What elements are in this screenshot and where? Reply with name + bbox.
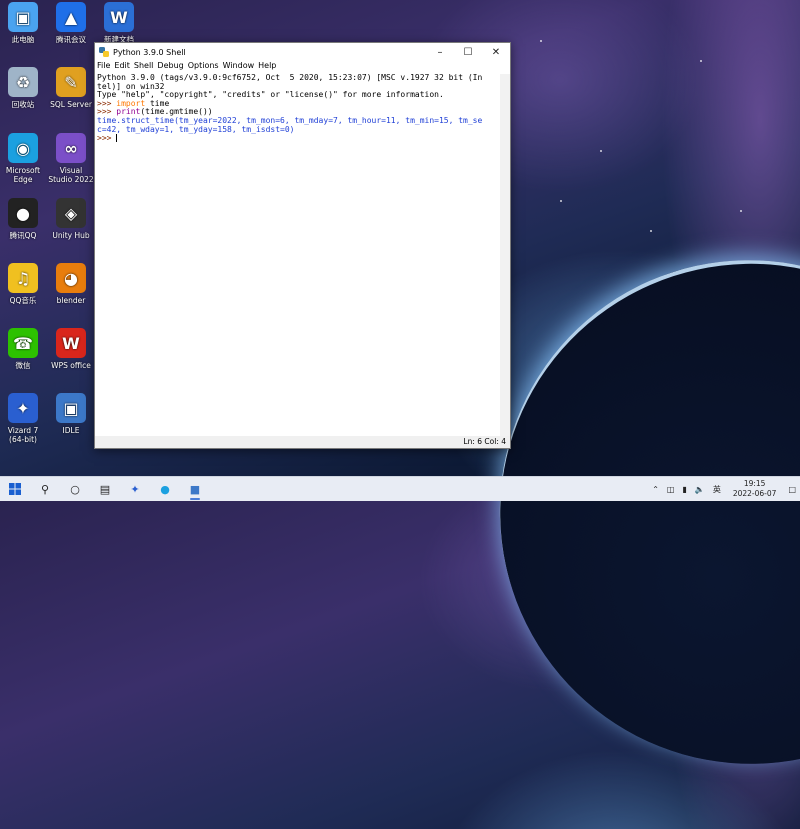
notification-icon[interactable]: □ (788, 485, 796, 494)
blender-icon: ◕ (56, 263, 86, 293)
desktop-icon-wps[interactable]: W WPS office (48, 328, 94, 370)
show-hidden-icon[interactable]: ⌃ (652, 485, 659, 494)
status-bar: Ln: 6 Col: 4 (95, 436, 510, 448)
volume-icon[interactable]: 🔈 (695, 485, 705, 494)
desktop-icon-word-doc[interactable]: W 新建文档 (96, 2, 142, 44)
battery-icon[interactable]: ▮ (682, 485, 686, 494)
qq-music-icon: ♫ (8, 263, 38, 293)
desktop-icon-blender[interactable]: ◕ blender (48, 263, 94, 305)
desktop-icon-idle[interactable]: ▣ IDLE (48, 393, 94, 435)
cursor-position: Ln: 6 Col: 4 (463, 437, 506, 446)
desktop-icon-label: IDLE (62, 426, 80, 435)
desktop-icon-label: 微信 (15, 361, 31, 370)
vizard-icon: ✦ (8, 393, 38, 423)
windows-logo-icon (9, 483, 21, 495)
prompt: >>> (97, 133, 117, 143)
menu-file[interactable]: File (97, 61, 110, 74)
title-bar[interactable]: Python 3.9.0 Shell – ☐ ✕ (95, 43, 510, 61)
sql-server-icon: ✎ (56, 67, 86, 97)
edge-icon: ● (160, 482, 170, 496)
desktop-icon-label: QQ音乐 (9, 296, 37, 305)
desktop-icon-label: 腾讯会议 (56, 35, 86, 44)
shell-text-area[interactable]: Python 3.9.0 (tags/v3.9.0:9cf6752, Oct 5… (97, 74, 498, 436)
text-cursor (116, 134, 118, 143)
wps-icon: W (56, 328, 86, 358)
desktop-icon-recycle-bin[interactable]: ♻ 回收站 (0, 67, 46, 109)
desktop-icon-label: 回收站 (11, 100, 35, 109)
desktop-icon-visual-studio[interactable]: ∞ Visual Studio 2022 (48, 133, 94, 184)
window-title: Python 3.9.0 Shell (113, 47, 186, 57)
task-view-button[interactable]: ▤ (90, 477, 120, 501)
menu-edit[interactable]: Edit (114, 61, 130, 74)
menu-help[interactable]: Help (258, 61, 276, 74)
idle-icon: ■ (189, 482, 201, 496)
desktop-icon-label: SQL Server (50, 100, 92, 109)
desktop-icon-label: 此电脑 (11, 35, 35, 44)
task-view-icon: ▤ (99, 482, 111, 496)
desktop-icon-sql-server[interactable]: ✎ SQL Server (48, 67, 94, 109)
vizard-icon: ✦ (130, 482, 140, 496)
desktop-icon-wechat[interactable]: ☎ 微信 (0, 328, 46, 370)
taskbar-vizard[interactable]: ✦ (120, 477, 150, 501)
menu-debug[interactable]: Debug (157, 61, 183, 74)
menu-options[interactable]: Options (188, 61, 219, 74)
desktop-icon-label: Microsoft Edge (5, 166, 41, 184)
clock[interactable]: 19:15 2022-06-07 (733, 479, 777, 499)
cortana-icon: ○ (70, 482, 80, 496)
desktop-icon-qq[interactable]: ● 腾讯QQ (0, 198, 46, 240)
desktop-icon-label: 腾讯QQ (9, 231, 37, 240)
meeting-icon: ▲ (56, 2, 86, 32)
input-language[interactable]: 英 (713, 484, 721, 495)
vertical-scrollbar[interactable] (500, 74, 510, 436)
desktop-icon-computer[interactable]: ▣ 此电脑 (0, 2, 46, 44)
search-icon: ⚲ (40, 482, 50, 496)
desktop-icon-label: WPS office (51, 361, 91, 370)
desktop-icon-label: blender (56, 296, 86, 305)
output-line-2: c=42, tm_wday=1, tm_yday=158, tm_isdst=0… (97, 124, 295, 134)
maximize-button[interactable]: ☐ (454, 43, 482, 61)
minimize-button[interactable]: – (426, 43, 454, 61)
system-tray: ⌃ ◫ ▮ 🔈 英 19:15 2022-06-07 □ (648, 477, 800, 501)
search-button[interactable]: ⚲ (30, 477, 60, 501)
unity-icon: ◈ (56, 198, 86, 228)
wechat-icon: ☎ (8, 328, 38, 358)
computer-icon: ▣ (8, 2, 38, 32)
desktop-icon-meeting[interactable]: ▲ 腾讯会议 (48, 2, 94, 44)
menu-bar: File Edit Shell Debug Options Window Hel… (95, 61, 510, 74)
edge-icon: ◉ (8, 133, 38, 163)
start-button[interactable] (0, 477, 30, 501)
python-icon (99, 47, 109, 57)
idle-icon: ▣ (56, 393, 86, 423)
clock-time: 19:15 (743, 479, 766, 488)
taskbar-idle[interactable]: ■ (180, 477, 210, 501)
desktop-icon-label: Visual Studio 2022 (48, 166, 94, 184)
desktop-icon-label: Unity Hub (52, 231, 90, 240)
taskbar-edge[interactable]: ● (150, 477, 180, 501)
word-doc-icon: W (104, 2, 134, 32)
desktop-icon-unity[interactable]: ◈ Unity Hub (48, 198, 94, 240)
desktop-icon-vizard[interactable]: ✦ Vizard 7 (64-bit) (0, 393, 46, 444)
cortana-button[interactable]: ○ (60, 477, 90, 501)
network-icon[interactable]: ◫ (667, 485, 675, 494)
close-button[interactable]: ✕ (482, 43, 510, 61)
taskbar: ⚲ ○ ▤ ✦ ● ■ ⌃ ◫ ▮ 🔈 英 19:15 2022-06-07 □ (0, 476, 800, 501)
clock-date: 2022-06-07 (732, 489, 777, 498)
idle-shell-window[interactable]: Python 3.9.0 Shell – ☐ ✕ File Edit Shell… (94, 42, 511, 449)
visual-studio-icon: ∞ (56, 133, 86, 163)
menu-window[interactable]: Window (223, 61, 255, 74)
desktop-icon-qq-music[interactable]: ♫ QQ音乐 (0, 263, 46, 305)
qq-icon: ● (8, 198, 38, 228)
desktop-icon-label: Vizard 7 (64-bit) (7, 426, 39, 444)
recycle-bin-icon: ♻ (8, 67, 38, 97)
desktop-icon-edge[interactable]: ◉ Microsoft Edge (0, 133, 46, 184)
menu-shell[interactable]: Shell (134, 61, 154, 74)
